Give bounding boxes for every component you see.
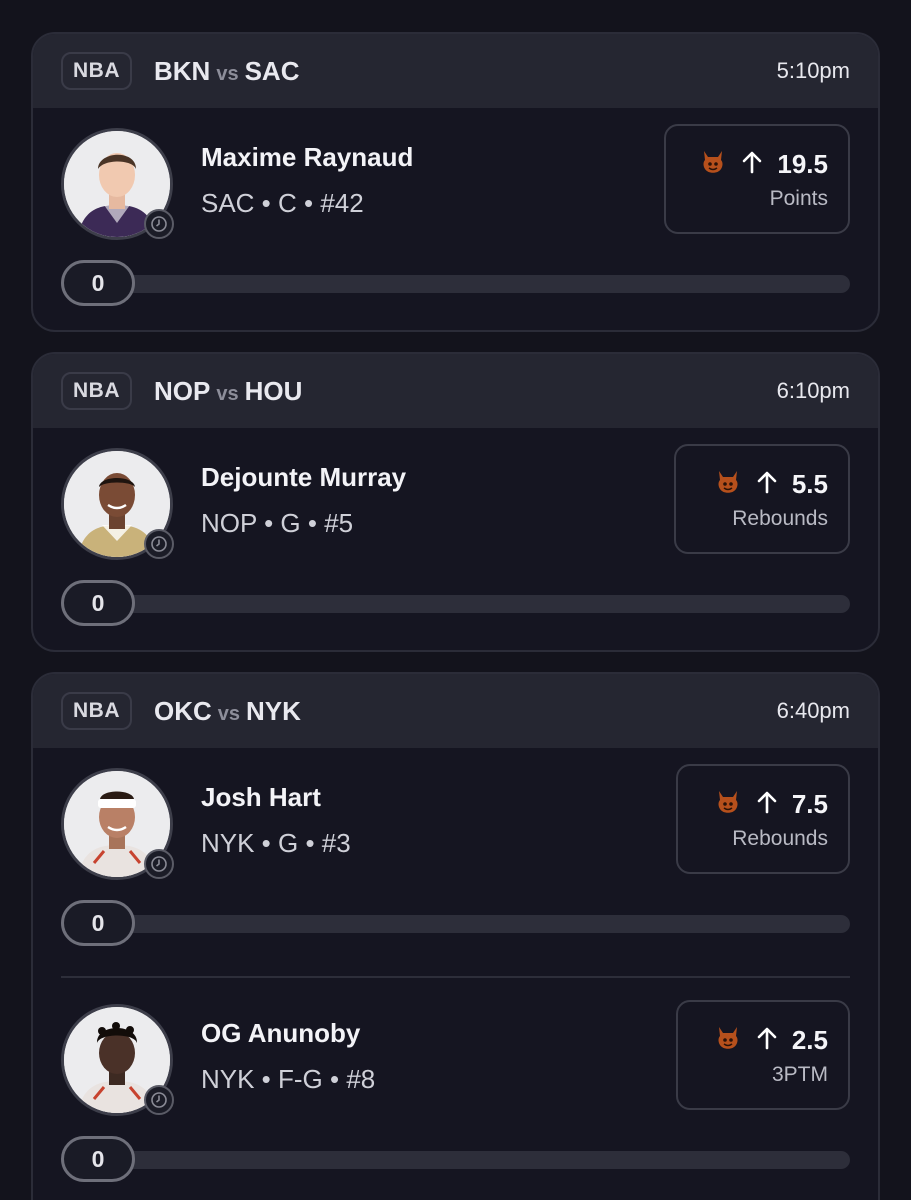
game-card-okc-nyk[interactable]: NBA OKC vs NYK 6:40pm Josh Hart NYK • G … [31,672,880,1200]
pick-line: 5.5 [791,468,828,499]
player-name: OG Anunoby [201,1018,361,1048]
player-meta: NYK • G • #3 [201,828,351,858]
progress-bar: 0 [61,900,850,948]
card-header: NBA NOP vs HOU 6:10pm [33,354,878,428]
arrow-up-icon [741,150,763,179]
progress-bar: 0 [61,1136,850,1184]
progress-track [81,595,850,613]
progress-value: 0 [61,900,135,946]
progress-value: 0 [61,580,135,626]
clock-icon [144,209,174,239]
player-name: Josh Hart [201,782,321,812]
player-row[interactable]: OG Anunoby NYK • F-G • #8 2.5 3PTM 0 [33,984,878,1200]
card-header: NBA BKN vs SAC 5:10pm [33,34,878,108]
progress-track [81,915,850,933]
away-team: SAC [244,55,300,86]
avatar[interactable] [61,448,174,560]
player-meta: SAC • C • #42 [201,188,364,218]
pick-line: 7.5 [791,788,828,819]
pick-stat: Rebounds [732,826,828,850]
pick-stat: 3PTM [771,1062,828,1086]
league-badge: NBA [61,52,132,90]
league-badge: NBA [61,372,132,410]
vs-label: vs [217,702,241,725]
devil-icon [699,148,727,181]
matchup: BKN vs SAC [154,56,300,87]
game-time: 5:10pm [776,58,850,83]
progress-value: 0 [61,1136,135,1182]
progress-bar: 0 [61,260,850,308]
clock-icon [144,1085,174,1115]
home-team: OKC [154,695,212,726]
game-time: 6:10pm [776,378,850,403]
away-team: HOU [244,375,303,406]
vs-label: vs [216,382,239,405]
pick-box[interactable]: 7.5 Rebounds [676,764,850,874]
devil-icon [714,1024,742,1057]
pick-stat: Points [769,186,828,210]
player-row[interactable]: Dejounte Murray NOP • G • #5 5.5 Rebound… [33,428,878,650]
progress-bar: 0 [61,580,850,628]
pick-box[interactable]: 5.5 Rebounds [674,444,850,554]
avatar[interactable] [61,128,174,240]
game-time: 6:40pm [776,698,850,723]
home-team: NOP [154,375,211,406]
arrow-up-icon [756,1026,778,1055]
avatar[interactable] [61,1004,174,1116]
pick-line: 2.5 [791,1024,828,1055]
avatar[interactable] [61,768,174,880]
progress-value: 0 [61,260,135,306]
pick-stat: Rebounds [732,506,828,530]
home-team: BKN [154,55,211,86]
devil-icon [714,788,742,821]
pick-line: 19.5 [777,148,828,179]
player-divider [61,976,850,978]
player-name: Dejounte Murray [201,462,407,492]
league-badge: NBA [61,692,132,730]
player-row[interactable]: Maxime Raynaud SAC • C • #42 19.5 Points… [33,108,878,330]
game-card-nop-hou[interactable]: NBA NOP vs HOU 6:10pm Dejounte Murray NO… [31,352,880,652]
matchup: NOP vs HOU [154,376,302,407]
game-card-bkn-sac[interactable]: NBA BKN vs SAC 5:10pm Maxime Raynaud SAC… [31,32,880,332]
player-name: Maxime Raynaud [201,142,414,172]
player-row[interactable]: Josh Hart NYK • G • #3 7.5 Rebounds 0 [33,748,878,984]
arrow-up-icon [756,790,778,819]
card-header: NBA OKC vs NYK 6:40pm [33,674,878,748]
arrow-up-icon [756,470,778,499]
clock-icon [144,529,174,559]
player-meta: NOP • G • #5 [201,508,354,538]
matchup: OKC vs NYK [154,696,301,727]
clock-icon [144,849,174,879]
away-team: NYK [246,695,301,726]
app-root: NBA BKN vs SAC 5:10pm Maxime Raynaud SAC… [0,0,911,1200]
pick-box[interactable]: 19.5 Points [664,124,850,234]
progress-track [81,275,850,293]
player-meta: NYK • F-G • #8 [201,1064,376,1094]
devil-icon [714,468,742,501]
pick-box[interactable]: 2.5 3PTM [676,1000,850,1110]
vs-label: vs [216,62,239,85]
progress-track [81,1151,850,1169]
